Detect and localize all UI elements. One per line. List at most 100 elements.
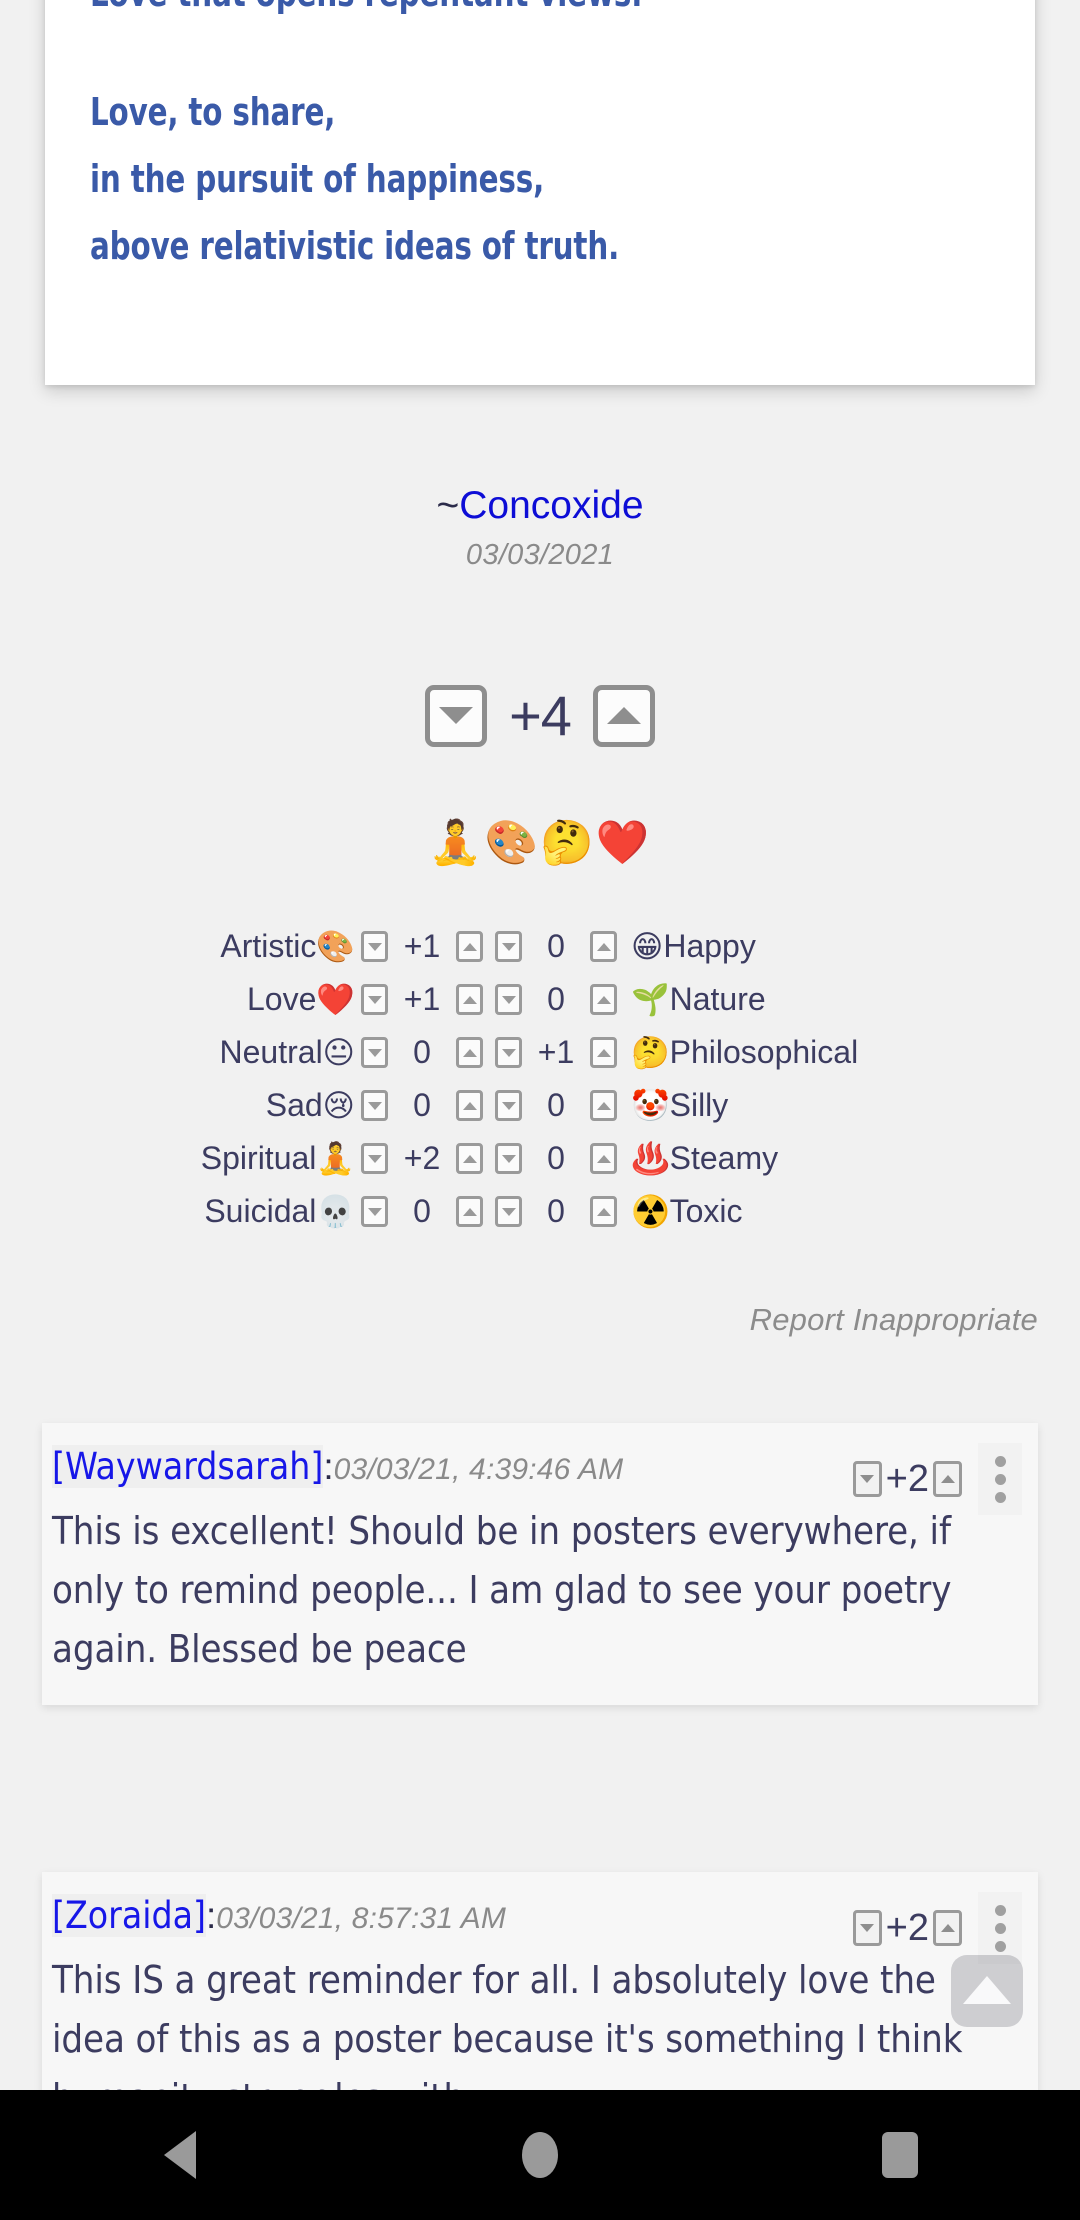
- comment-author-link[interactable]: [Waywardsarah]: [52, 1445, 323, 1488]
- reaction-right-count: 0: [547, 928, 565, 964]
- lotus-position-icon: 🧘: [316, 1141, 355, 1177]
- comment-downvote-button[interactable]: [852, 1461, 882, 1497]
- reaction-left-downvote[interactable]: [361, 1143, 388, 1174]
- reaction-row: Artistic🎨 +1 0 😁Happy: [0, 920, 1080, 973]
- author-name: Concoxide: [459, 484, 644, 527]
- reaction-left-upvote[interactable]: [456, 1196, 483, 1227]
- reaction-left-upvote[interactable]: [456, 984, 483, 1015]
- kebab-dot-icon: [994, 1473, 1006, 1485]
- reaction-left-downvote[interactable]: [361, 984, 388, 1015]
- triangle-down-icon: [367, 1207, 382, 1216]
- reaction-right-downvote[interactable]: [495, 984, 522, 1015]
- reaction-right-count: 0: [547, 1140, 565, 1176]
- reaction-left-text: Love: [247, 981, 317, 1017]
- reaction-left-upvote[interactable]: [456, 1037, 483, 1068]
- reaction-right-controls: 0: [489, 1193, 623, 1230]
- comment-downvote-button[interactable]: [852, 1910, 882, 1946]
- reaction-right-upvote[interactable]: [590, 1196, 617, 1227]
- main-upvote-button[interactable]: [592, 684, 655, 747]
- reaction-label-right: 🤔Philosophical: [623, 1034, 978, 1071]
- poem-line-2: Love, to share,: [90, 90, 336, 134]
- reaction-right-upvote[interactable]: [590, 931, 617, 962]
- triangle-up-icon: [940, 1475, 955, 1483]
- nav-back-button[interactable]: [0, 2131, 360, 2179]
- comment-upvote-button[interactable]: [933, 1910, 962, 1946]
- triangle-up-icon: [462, 1101, 477, 1110]
- triangle-up-icon: [596, 1154, 611, 1163]
- reaction-label-left: Spiritual🧘: [0, 1140, 355, 1177]
- emoji-summary: 🧘🎨🤔❤️: [428, 818, 652, 868]
- reaction-left-controls: +1: [355, 928, 489, 965]
- reaction-right-text: Nature: [669, 981, 766, 1017]
- reaction-right-controls: +1: [489, 1034, 623, 1071]
- comment-timestamp: 03/03/21, 8:57:31 AM: [216, 1902, 507, 1935]
- triangle-down-icon: [367, 1154, 382, 1163]
- reaction-label-right: 😁Happy: [623, 928, 978, 965]
- radioactive-icon: ☢️: [631, 1194, 670, 1230]
- reaction-left-upvote[interactable]: [456, 931, 483, 962]
- author-link[interactable]: ~Concoxide: [0, 480, 1080, 532]
- comment-overflow-menu-button[interactable]: [978, 1443, 1022, 1515]
- triangle-up-icon: [462, 1207, 477, 1216]
- triangle-down-icon: [367, 1048, 382, 1057]
- reaction-left-downvote[interactable]: [361, 1196, 388, 1227]
- kebab-dot-icon: [994, 1455, 1006, 1467]
- reaction-right-downvote[interactable]: [495, 1037, 522, 1068]
- reaction-right-downvote[interactable]: [495, 1196, 522, 1227]
- reaction-right-upvote[interactable]: [590, 984, 617, 1015]
- recents-square-icon: [882, 2132, 918, 2178]
- hot-springs-icon: ♨️: [631, 1141, 670, 1177]
- reaction-left-count: +1: [403, 981, 441, 1017]
- reaction-left-upvote[interactable]: [456, 1090, 483, 1121]
- reaction-right-downvote[interactable]: [495, 1143, 522, 1174]
- palette-icon: 🎨: [316, 929, 355, 965]
- reaction-right-upvote[interactable]: [590, 1037, 617, 1068]
- comment-timestamp: 03/03/21, 4:39:46 AM: [333, 1453, 624, 1486]
- reaction-right-text: Philosophical: [669, 1034, 859, 1070]
- triangle-up-icon: [606, 707, 641, 724]
- reaction-left-count: 0: [413, 1087, 431, 1123]
- comment-vote-widget: +2: [852, 1443, 1022, 1515]
- reaction-left-downvote[interactable]: [361, 1090, 388, 1121]
- kebab-dot-icon: [994, 1922, 1006, 1934]
- nav-recents-button[interactable]: [720, 2132, 1080, 2178]
- triangle-down-icon: [367, 995, 382, 1004]
- reaction-row: Neutral😐 0 +1 🤔Philosophical: [0, 1026, 1080, 1079]
- reaction-row: Spiritual🧘 +2 0 ♨️Steamy: [0, 1132, 1080, 1185]
- comment-author-link[interactable]: [Zoraida]: [52, 1894, 206, 1937]
- main-vote-score: +4: [509, 684, 572, 747]
- reaction-right-downvote[interactable]: [495, 1090, 522, 1121]
- back-triangle-icon: [164, 2131, 196, 2179]
- poem-line-3: in the pursuit of happiness,: [90, 157, 545, 201]
- reaction-left-downvote[interactable]: [361, 931, 388, 962]
- reaction-left-downvote[interactable]: [361, 1037, 388, 1068]
- reaction-left-text: Spiritual: [200, 1140, 317, 1176]
- comment-item: [Zoraida]:03/03/21, 8:57:31 AM +2 This I…: [42, 1872, 1038, 2102]
- reactions-table: Artistic🎨 +1 0 😁Happy Love❤️ +1 0 🌱Natur…: [0, 920, 1080, 1238]
- reaction-right-upvote[interactable]: [590, 1143, 617, 1174]
- crying-face-icon: 😢: [322, 1088, 355, 1124]
- reaction-right-upvote[interactable]: [590, 1090, 617, 1121]
- reaction-row: Sad😢 0 0 🤡Silly: [0, 1079, 1080, 1132]
- reaction-left-text: Neutral: [219, 1034, 323, 1070]
- scroll-to-top-button[interactable]: [951, 1955, 1023, 2027]
- main-downvote-button[interactable]: [425, 684, 488, 747]
- triangle-up-icon: [462, 942, 477, 951]
- triangle-down-icon: [367, 942, 382, 951]
- comment-vote-score: +2: [885, 1906, 929, 1949]
- reaction-left-count: 0: [413, 1193, 431, 1229]
- report-inappropriate-link[interactable]: Report Inappropriate: [750, 1302, 1038, 1338]
- reaction-label-right: ☢️Toxic: [623, 1193, 978, 1230]
- nav-home-button[interactable]: [360, 2132, 720, 2178]
- reaction-right-controls: 0: [489, 981, 623, 1018]
- reaction-right-downvote[interactable]: [495, 931, 522, 962]
- triangle-down-icon: [501, 942, 516, 951]
- comment-overflow-menu-button[interactable]: [978, 1892, 1022, 1964]
- reaction-right-count: 0: [547, 1087, 565, 1123]
- reaction-left-count: +2: [403, 1140, 441, 1176]
- reaction-left-upvote[interactable]: [456, 1143, 483, 1174]
- triangle-up-icon: [940, 1924, 955, 1932]
- comment-upvote-button[interactable]: [933, 1461, 962, 1497]
- triangle-down-icon: [501, 1207, 516, 1216]
- comment-vote-score: +2: [885, 1457, 929, 1500]
